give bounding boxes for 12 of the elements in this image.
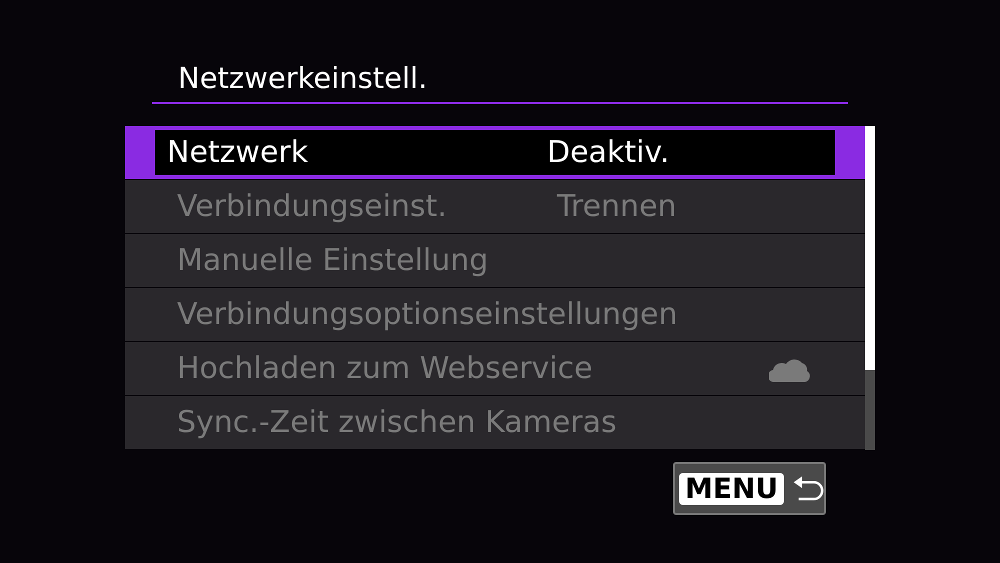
menu-title: Netzwerkeinstell. [178,61,428,95]
item-label: Sync.-Zeit zwischen Kameras [177,404,617,442]
item-label: Manuelle Einstellung [177,242,488,280]
item-label: Verbindungseinst. [177,188,448,226]
item-value: Trennen [557,188,677,226]
menu-back-button[interactable]: MENU [673,462,826,515]
menu-item[interactable]: Netzwerk Deaktiv. [125,126,865,179]
item-label: Netzwerk [167,134,310,172]
menu-key-label: MENU [679,472,784,504]
item-value: Deaktiv. [547,134,670,172]
item-label: Hochladen zum Webservice [177,350,593,388]
item-label: Verbindungsoptionseinstellungen [177,296,678,334]
